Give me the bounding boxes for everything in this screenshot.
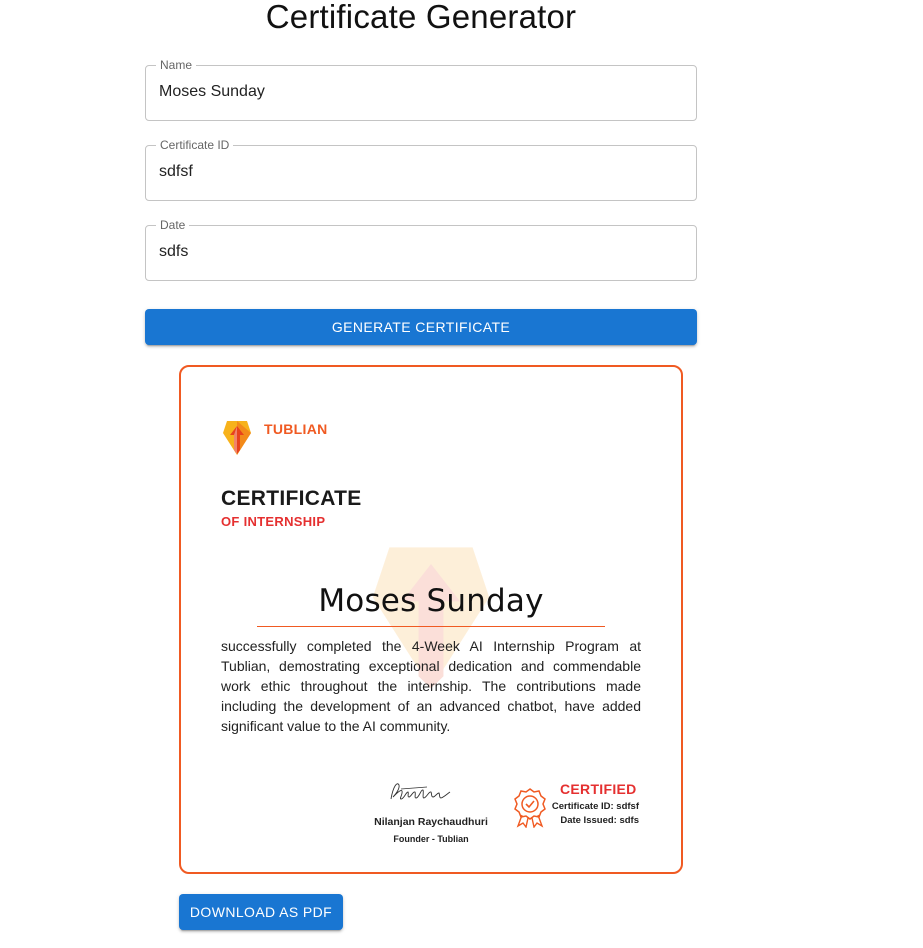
signer-role: Founder - Tublian — [393, 834, 469, 844]
certificate-body-text: successfully completed the 4-Week AI Int… — [221, 638, 641, 734]
certificate-title: CERTIFICATE — [221, 487, 362, 510]
certificate-id-field-label: Certificate ID — [156, 138, 234, 152]
name-field[interactable]: Name — [145, 58, 697, 121]
certificate-id-field[interactable]: Certificate ID — [145, 138, 697, 201]
page-title: Certificate Generator — [265, 0, 577, 35]
download-pdf-button[interactable]: Download as PDF — [179, 894, 343, 930]
certificate-id-input[interactable] — [159, 163, 679, 181]
date-field[interactable]: Date — [145, 218, 697, 281]
certificate-subtitle: OF INTERNSHIP — [221, 514, 326, 529]
certified-label: CERTIFIED — [560, 781, 637, 797]
founder-signature-image — [390, 783, 451, 800]
recipient-name: Moses Sunday — [318, 583, 544, 619]
certificate-id-text: Certificate ID: sdfsf — [551, 801, 639, 812]
name-field-label: Name — [156, 58, 197, 72]
certificate-preview: TUBLIAN CERTIFICATE OF INTERNSHIP Moses … — [179, 365, 683, 874]
tublian-logo-icon — [223, 421, 251, 455]
signer-name: Nilanjan Raychaudhuri — [374, 816, 488, 828]
brand-name: TUBLIAN — [264, 421, 328, 437]
recipient-underline — [257, 626, 605, 627]
date-issued-text: Date Issued: sdfs — [560, 815, 639, 826]
name-input[interactable] — [159, 83, 679, 101]
date-field-label: Date — [156, 218, 190, 232]
date-input[interactable] — [159, 243, 679, 261]
generate-certificate-button[interactable]: Generate Certificate — [145, 309, 697, 345]
